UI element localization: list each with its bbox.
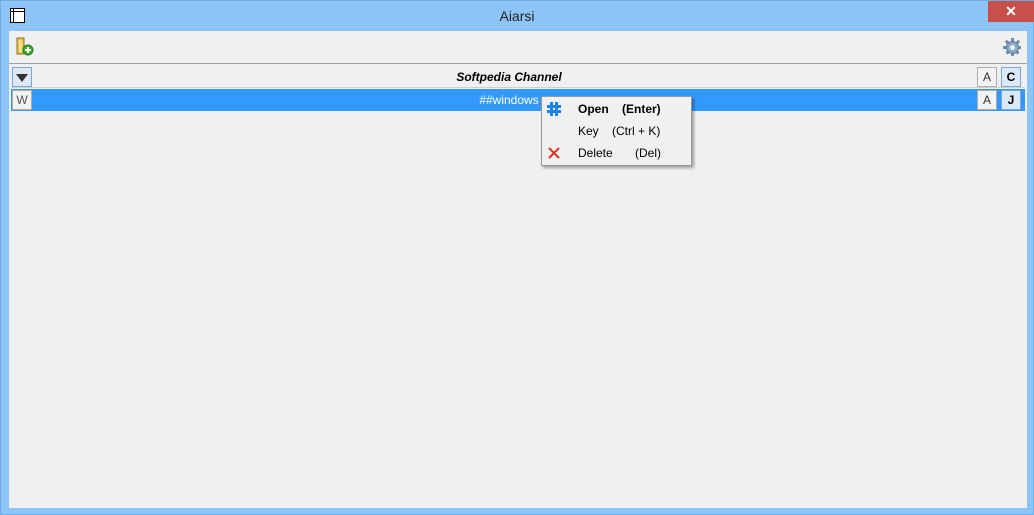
toolbar: [9, 31, 1027, 63]
menu-item-label: Delete: [578, 146, 613, 160]
add-channel-icon: [16, 37, 34, 56]
close-button[interactable]: ✕: [988, 1, 1034, 22]
expand-button[interactable]: [12, 67, 32, 87]
app-window: Aiarsi ✕ Softpedia Channel A C W ##windo…: [0, 0, 1034, 515]
x-icon: [546, 145, 562, 161]
menu-item-delete[interactable]: Delete (Del): [544, 142, 689, 164]
row-w-button[interactable]: W: [12, 90, 32, 110]
hash-icon: [546, 101, 562, 117]
channel-row-selected[interactable]: W ##windows A J: [11, 89, 1025, 111]
channel-list: Softpedia Channel A C W ##windows A J: [9, 63, 1027, 508]
row-c-button[interactable]: C: [1001, 67, 1021, 87]
context-menu: Open (Enter) Key (Ctrl + K) Delete (Del): [541, 96, 692, 166]
row-a-button[interactable]: A: [977, 90, 997, 110]
menu-item-label: Key: [578, 124, 599, 138]
menu-item-shortcut: (Del): [635, 146, 661, 160]
menu-item-key[interactable]: Key (Ctrl + K): [544, 120, 689, 142]
menu-item-shortcut: (Enter): [622, 102, 661, 116]
settings-button[interactable]: [1002, 37, 1022, 57]
title-bar[interactable]: Aiarsi ✕: [1, 1, 1034, 31]
channel-name: ##windows: [479, 93, 539, 107]
menu-item-shortcut: (Ctrl + K): [612, 124, 661, 138]
gear-icon: [1003, 38, 1021, 56]
window-title: Aiarsi: [499, 8, 535, 24]
row-j-button[interactable]: J: [1001, 90, 1021, 110]
add-channel-button[interactable]: [15, 37, 35, 57]
channel-group-name: Softpedia Channel: [456, 70, 562, 84]
triangle-down-icon: [16, 74, 28, 82]
client-area: Softpedia Channel A C W ##windows A J: [9, 31, 1027, 508]
menu-item-label: Open: [578, 102, 609, 116]
channel-group-row[interactable]: Softpedia Channel A C: [11, 66, 1025, 88]
row-a-button[interactable]: A: [977, 67, 997, 87]
menu-item-open[interactable]: Open (Enter): [544, 98, 689, 120]
